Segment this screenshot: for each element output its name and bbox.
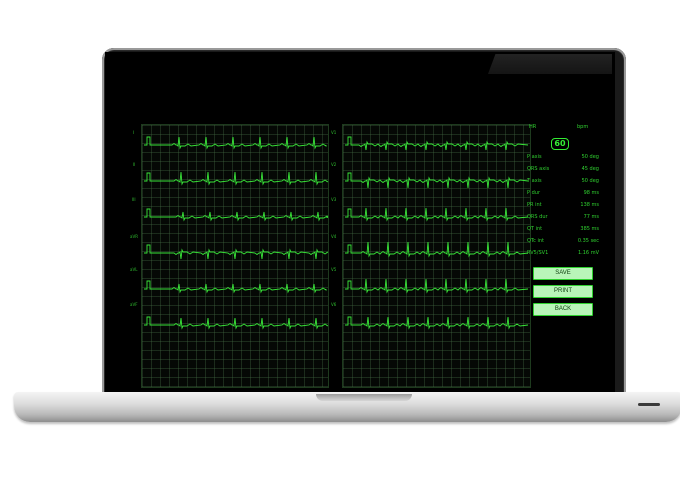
ecg-trace (144, 244, 328, 260)
ecg-trace (144, 136, 327, 150)
measurement-value: 98 ms (583, 190, 599, 196)
measurement-value: 45 deg (581, 166, 599, 172)
measurement-row: QTc int 0.35 sec (527, 238, 599, 244)
measurement-label: P dur (527, 190, 541, 196)
heart-rate-value: 60 (551, 138, 569, 150)
measurement-row: P axis 50 deg (527, 154, 599, 160)
ecg-trace (144, 171, 328, 186)
heart-rate-label: HR (529, 124, 537, 130)
measurement-value: 50 deg (581, 178, 599, 184)
measurement-value: 0.35 sec (577, 238, 599, 244)
measurement-row: QRS axis 45 deg (527, 166, 599, 172)
measurement-row: PR int 138 ms (527, 202, 599, 208)
back-button[interactable]: BACK (533, 303, 593, 316)
measurement-value: 1.16 mV (577, 250, 599, 256)
measurement-value: 385 ms (580, 226, 599, 232)
lead-label: V3 (331, 197, 337, 202)
ecg-trace (144, 280, 327, 294)
measurement-label: QT int (527, 226, 543, 232)
measurement-label: QRS dur (527, 214, 548, 220)
measurement-label: T axis (527, 178, 542, 184)
ecg-trace (345, 278, 529, 294)
measurement-row: P dur 98 ms (527, 190, 599, 196)
save-button[interactable]: SAVE (533, 267, 593, 280)
ecg-traces-chest (345, 136, 529, 330)
measurement-row: QRS dur 77 ms (527, 214, 599, 220)
lead-label: II (133, 162, 136, 167)
ecg-panel-chest-leads (342, 124, 531, 388)
lid-opening-notch (316, 394, 412, 401)
measurement-label: P axis (527, 154, 542, 160)
ecg-trace (144, 208, 328, 222)
lead-label: I (133, 130, 135, 135)
measurement-label: QTc int (527, 238, 544, 244)
measurement-value: 77 ms (583, 214, 599, 220)
ecg-trace (345, 316, 529, 330)
status-light (638, 403, 660, 406)
ecg-trace (144, 316, 328, 330)
lead-label: V2 (331, 162, 337, 167)
lead-label: V5 (331, 267, 337, 272)
measurement-label: RV5/SV1 (527, 250, 549, 256)
ecg-traces-limb (144, 136, 328, 330)
measurement-value: 50 deg (581, 154, 599, 160)
lead-label: aVF (130, 302, 138, 307)
lead-label: V4 (331, 234, 337, 239)
heart-rate-header: HR bpm (527, 124, 607, 130)
ecg-trace (345, 241, 529, 258)
monitor-screen: I II III aVR aVL aVF V1 V2 V3 V4 V5 V6 H… (105, 52, 615, 394)
lead-label: aVL (130, 267, 138, 272)
ecg-trace (345, 172, 529, 189)
lead-label: V6 (331, 302, 337, 307)
lead-label: III (132, 197, 136, 202)
print-button[interactable]: PRINT (533, 285, 593, 298)
screen-glare (488, 54, 612, 74)
measurement-label: QRS axis (527, 166, 550, 172)
ecg-trace (345, 207, 529, 222)
measurement-row: T axis 50 deg (527, 178, 599, 184)
measurement-label: PR int (527, 202, 542, 208)
lead-label: aVR (130, 234, 138, 239)
measurement-row: RV5/SV1 1.16 mV (527, 250, 599, 256)
ecg-panel-limb-leads (141, 124, 329, 388)
heart-rate-unit: bpm (577, 124, 589, 130)
measurement-value: 138 ms (580, 202, 599, 208)
measurement-row: QT int 385 ms (527, 226, 599, 232)
lead-label: V1 (331, 130, 337, 135)
ecg-trace (345, 136, 529, 151)
